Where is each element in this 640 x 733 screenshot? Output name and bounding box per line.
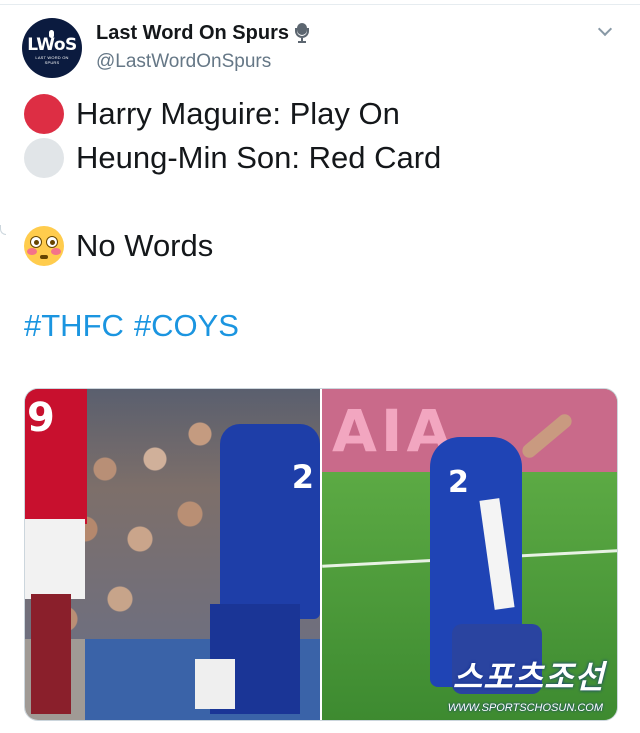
red-socks — [31, 594, 71, 714]
flushed-face-icon — [24, 226, 64, 266]
shirt-number: 9 — [27, 395, 55, 441]
tweet-line-text: Harry Maguire: Play On — [76, 96, 400, 131]
tweet-line: No Words — [24, 224, 624, 268]
red-circle-icon — [24, 94, 64, 134]
top-divider — [0, 0, 640, 5]
tweet-header: LWoS LAST WORD ON SPURS Last Word On Spu… — [22, 18, 622, 80]
shirt-number: 2 — [448, 465, 469, 500]
chevron-down-icon[interactable] — [597, 21, 613, 40]
thread-edge — [0, 225, 6, 235]
avatar-logo-text: LWoS — [27, 35, 77, 55]
watermark-logo: 스포츠조선 — [452, 658, 605, 696]
author-handle[interactable]: @LastWordOnSpurs — [96, 51, 271, 73]
avatar-logo-subtext: LAST WORD ON SPURS — [35, 55, 69, 65]
shirt-number: 2 — [291, 458, 314, 496]
white-sock — [195, 659, 235, 709]
watermark-url: WWW.SPORTSCHOSUN.COM — [447, 702, 603, 714]
photo-left[interactable]: 9 2 — [25, 389, 320, 720]
tweet-line: Harry Maguire: Play On — [24, 92, 624, 136]
photo-right[interactable]: AIA 2 스포츠조선 WWW.SPORTSCHOSUN.COM — [322, 389, 617, 720]
author-name-row[interactable]: Last Word On Spurs — [96, 20, 309, 46]
tweet-text: Harry Maguire: Play On Heung-Min Son: Re… — [24, 92, 624, 268]
white-shorts — [25, 519, 85, 599]
avatar[interactable]: LWoS LAST WORD ON SPURS — [22, 18, 82, 78]
white-circle-icon — [24, 138, 64, 178]
blue-shirt-player: 2 — [220, 424, 320, 619]
tweet-line-text: Heung-Min Son: Red Card — [76, 140, 442, 175]
microphone-icon — [294, 22, 309, 44]
hashtag-link[interactable]: #THFC — [24, 308, 124, 343]
hashtags: #THFC #COYS — [24, 308, 249, 344]
hashtag-link[interactable]: #COYS — [134, 308, 239, 343]
author-display-name[interactable]: Last Word On Spurs — [96, 22, 289, 45]
tweet-line-text: No Words — [76, 228, 214, 263]
red-shirt-player: 9 — [25, 389, 87, 524]
tweet-line: Heung-Min Son: Red Card — [24, 136, 624, 180]
media-grid: 9 2 AIA 2 스포츠조선 WWW.SPORTSCHOSUN.COM — [24, 388, 618, 721]
